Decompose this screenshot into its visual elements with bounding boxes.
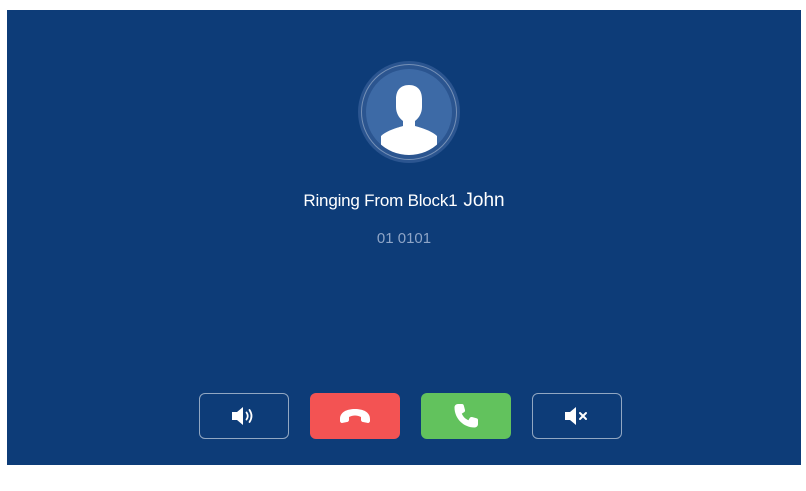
person-silhouette-icon [366,69,452,155]
speaker-volume-icon [229,406,259,426]
caller-avatar [358,61,460,163]
speaker-button[interactable] [199,393,289,439]
ringing-from-text: Ringing From Block1 [303,191,458,210]
phone-answer-icon [452,402,480,430]
phone-hangup-icon [337,407,373,425]
speaker-mute-icon [562,406,592,426]
hangup-button[interactable] [310,393,400,439]
caller-number: 01 0101 [376,230,432,247]
incoming-call-screen: Ringing From Block1 John 01 0101 [7,10,801,465]
caller-name: John [463,190,505,211]
answer-button[interactable] [421,393,511,439]
caller-label: Ringing From Block1 John [7,190,801,212]
mute-button[interactable] [532,393,622,439]
